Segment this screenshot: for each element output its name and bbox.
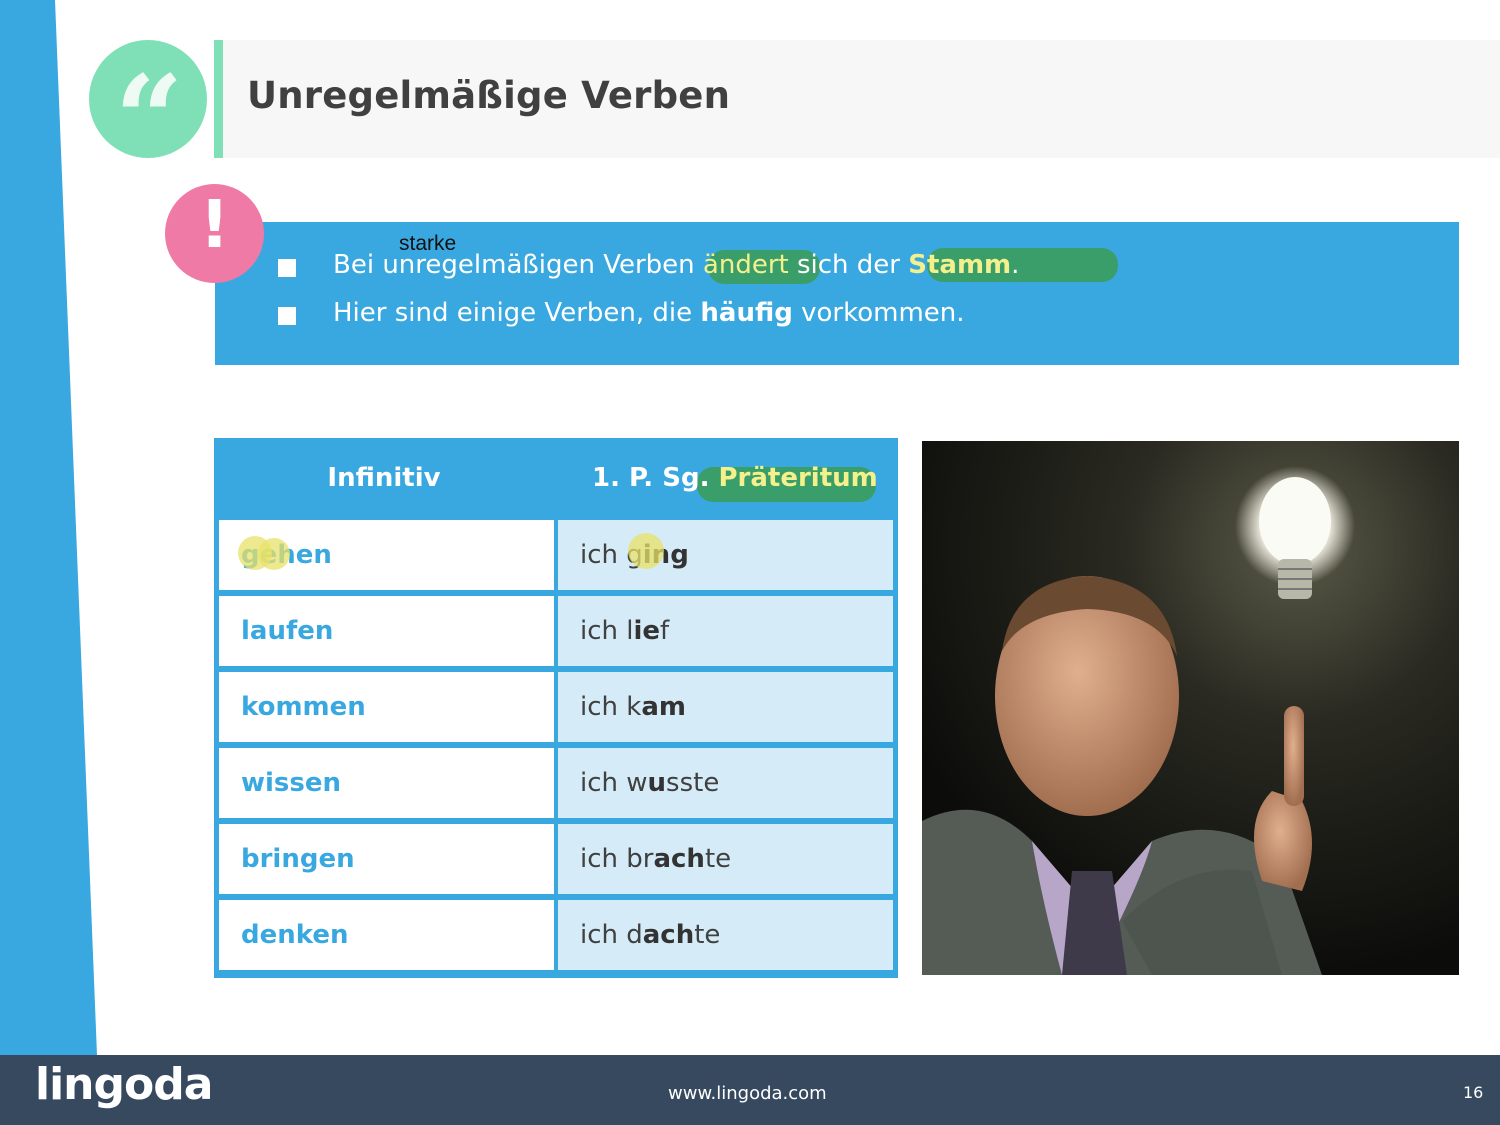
bullet-1 [278, 259, 296, 277]
header-infinitiv: Infinitiv [327, 463, 441, 493]
table-row-6-infinitive: denken [219, 900, 554, 970]
table-row-5-infinitive: bringen [219, 824, 554, 894]
table-row-4-infinitive: wissen [219, 748, 554, 818]
handwritten-annotation: starke [399, 232, 457, 255]
table-row-2-infinitive: laufen [219, 596, 554, 666]
table-row-4-past: ich w u sste [558, 748, 893, 818]
word-aendert: ändert [702, 250, 789, 280]
left-accent-band [0, 0, 97, 1055]
word-praeteritum: Präteritum [718, 463, 878, 493]
lingoda-logo[interactable]: lingoda [35, 1059, 213, 1110]
exclamation-icon: ! [199, 186, 230, 263]
word-stamm: Stamm [908, 250, 1012, 280]
bullet-2 [278, 307, 296, 325]
alert-badge: ! [165, 184, 264, 283]
title-bar: Unregelmäßige Verben [214, 40, 1500, 158]
slide-title: Unregelmäßige Verben [247, 74, 731, 117]
highlight-dot-gehen-2 [258, 538, 290, 570]
word-haeufig: häufig [700, 298, 793, 328]
info-line-2: Hier sind einige Verben, die häufig vork… [333, 298, 965, 328]
table-row-1-past: ich g ing [558, 520, 893, 590]
table-row-6-past: ich d ach te [558, 900, 893, 970]
table-row-3-past: ich k am [558, 672, 893, 742]
quote-badge: “ [89, 40, 207, 180]
quote-icon: “ [114, 49, 184, 190]
table-row-2-past: ich l ie f [558, 596, 893, 666]
table-row-5-past: ich br ach te [558, 824, 893, 894]
header-praeteritum: 1. P. Sg. Präteritum [592, 463, 878, 493]
footer-bar: lingoda www.lingoda.com 16 [0, 1055, 1500, 1125]
footer-url[interactable]: www.lingoda.com [668, 1082, 828, 1105]
lightbulb-man-photo [922, 441, 1459, 975]
verb-table: Infinitiv 1. P. Sg. Präteritum gehen ich… [214, 438, 898, 978]
table-row-3-infinitive: kommen [219, 672, 554, 742]
highlight-dot-ging [628, 533, 664, 569]
page-number: 16 [1463, 1083, 1484, 1102]
